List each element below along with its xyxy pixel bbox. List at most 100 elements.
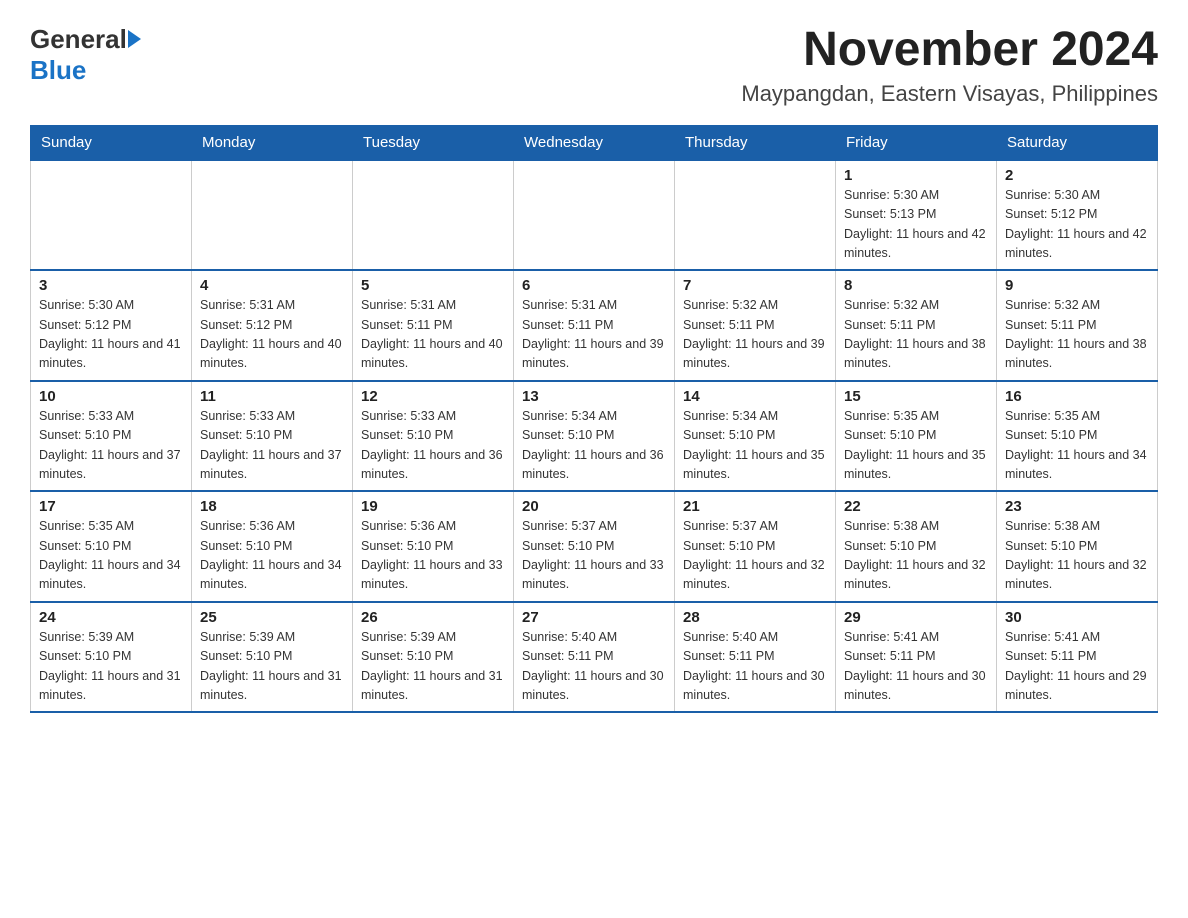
day-info: Sunrise: 5:30 AM Sunset: 5:12 PM Dayligh… — [1005, 188, 1147, 260]
calendar-day-cell: 25 Sunrise: 5:39 AM Sunset: 5:10 PM Dayli… — [192, 602, 353, 713]
calendar-day-cell: 14 Sunrise: 5:34 AM Sunset: 5:10 PM Dayli… — [675, 381, 836, 492]
page-header: General Blue November 2024 Maypangdan, E… — [30, 24, 1158, 107]
logo: General Blue — [30, 24, 141, 86]
calendar-day-cell — [192, 160, 353, 271]
day-number: 27 — [522, 609, 666, 626]
calendar-day-cell: 24 Sunrise: 5:39 AM Sunset: 5:10 PM Dayli… — [31, 602, 192, 713]
day-of-week-header: Wednesday — [514, 125, 675, 160]
day-info: Sunrise: 5:30 AM Sunset: 5:12 PM Dayligh… — [39, 298, 181, 370]
calendar-day-cell: 29 Sunrise: 5:41 AM Sunset: 5:11 PM Dayli… — [836, 602, 997, 713]
day-number: 18 — [200, 498, 344, 515]
day-number: 5 — [361, 277, 505, 294]
day-info: Sunrise: 5:40 AM Sunset: 5:11 PM Dayligh… — [683, 630, 825, 702]
calendar-day-cell: 28 Sunrise: 5:40 AM Sunset: 5:11 PM Dayli… — [675, 602, 836, 713]
day-number: 11 — [200, 388, 344, 405]
day-number: 29 — [844, 609, 988, 626]
day-number: 16 — [1005, 388, 1149, 405]
calendar-week-row: 17Sunrise: 5:35 AM Sunset: 5:10 PM Dayli… — [31, 491, 1158, 602]
day-number: 23 — [1005, 498, 1149, 515]
day-number: 21 — [683, 498, 827, 515]
day-number: 10 — [39, 388, 183, 405]
calendar-day-cell — [514, 160, 675, 271]
day-number: 19 — [361, 498, 505, 515]
day-of-week-header: Sunday — [31, 125, 192, 160]
calendar-day-cell: 19Sunrise: 5:36 AM Sunset: 5:10 PM Dayli… — [353, 491, 514, 602]
day-info: Sunrise: 5:34 AM Sunset: 5:10 PM Dayligh… — [683, 409, 825, 481]
day-number: 9 — [1005, 277, 1149, 294]
day-info: Sunrise: 5:33 AM Sunset: 5:10 PM Dayligh… — [39, 409, 181, 481]
day-info: Sunrise: 5:30 AM Sunset: 5:13 PM Dayligh… — [844, 188, 986, 260]
calendar-day-cell — [31, 160, 192, 271]
calendar-day-cell: 8 Sunrise: 5:32 AM Sunset: 5:11 PM Daylig… — [836, 270, 997, 381]
day-number: 20 — [522, 498, 666, 515]
calendar-day-cell: 17Sunrise: 5:35 AM Sunset: 5:10 PM Dayli… — [31, 491, 192, 602]
day-info: Sunrise: 5:32 AM Sunset: 5:11 PM Dayligh… — [1005, 298, 1147, 370]
day-number: 7 — [683, 277, 827, 294]
day-number: 14 — [683, 388, 827, 405]
day-of-week-header: Thursday — [675, 125, 836, 160]
calendar-day-cell: 4 Sunrise: 5:31 AM Sunset: 5:12 PM Daylig… — [192, 270, 353, 381]
calendar-day-cell: 2Sunrise: 5:30 AM Sunset: 5:12 PM Daylig… — [997, 160, 1158, 271]
day-number: 30 — [1005, 609, 1149, 626]
calendar-day-cell: 3 Sunrise: 5:30 AM Sunset: 5:12 PM Daylig… — [31, 270, 192, 381]
calendar-day-cell — [353, 160, 514, 271]
day-number: 22 — [844, 498, 988, 515]
day-number: 12 — [361, 388, 505, 405]
day-number: 17 — [39, 498, 183, 515]
day-number: 24 — [39, 609, 183, 626]
day-number: 6 — [522, 277, 666, 294]
calendar-day-cell: 16 Sunrise: 5:35 AM Sunset: 5:10 PM Dayli… — [997, 381, 1158, 492]
calendar-table: SundayMondayTuesdayWednesdayThursdayFrid… — [30, 125, 1158, 714]
logo-blue-text: Blue — [30, 55, 86, 86]
calendar-day-cell: 1Sunrise: 5:30 AM Sunset: 5:13 PM Daylig… — [836, 160, 997, 271]
calendar-day-cell: 12 Sunrise: 5:33 AM Sunset: 5:10 PM Dayli… — [353, 381, 514, 492]
calendar-day-cell: 15 Sunrise: 5:35 AM Sunset: 5:10 PM Dayli… — [836, 381, 997, 492]
month-title: November 2024 — [741, 24, 1158, 77]
day-info: Sunrise: 5:36 AM Sunset: 5:10 PM Dayligh… — [200, 519, 342, 591]
calendar-day-cell: 22Sunrise: 5:38 AM Sunset: 5:10 PM Dayli… — [836, 491, 997, 602]
calendar-day-cell: 20 Sunrise: 5:37 AM Sunset: 5:10 PM Dayli… — [514, 491, 675, 602]
day-info: Sunrise: 5:37 AM Sunset: 5:10 PM Dayligh… — [522, 519, 664, 591]
day-number: 25 — [200, 609, 344, 626]
logo-general-text: General — [30, 24, 127, 55]
calendar-day-cell: 10 Sunrise: 5:33 AM Sunset: 5:10 PM Dayli… — [31, 381, 192, 492]
day-number: 26 — [361, 609, 505, 626]
day-number: 4 — [200, 277, 344, 294]
day-info: Sunrise: 5:31 AM Sunset: 5:11 PM Dayligh… — [361, 298, 503, 370]
calendar-day-cell: 23 Sunrise: 5:38 AM Sunset: 5:10 PM Dayli… — [997, 491, 1158, 602]
day-of-week-header: Tuesday — [353, 125, 514, 160]
calendar-week-row: 1Sunrise: 5:30 AM Sunset: 5:13 PM Daylig… — [31, 160, 1158, 271]
day-info: Sunrise: 5:35 AM Sunset: 5:10 PM Dayligh… — [1005, 409, 1147, 481]
day-info: Sunrise: 5:41 AM Sunset: 5:11 PM Dayligh… — [844, 630, 986, 702]
calendar-day-cell: 27 Sunrise: 5:40 AM Sunset: 5:11 PM Dayli… — [514, 602, 675, 713]
day-info: Sunrise: 5:35 AM Sunset: 5:10 PM Dayligh… — [844, 409, 986, 481]
calendar-day-cell: 9 Sunrise: 5:32 AM Sunset: 5:11 PM Daylig… — [997, 270, 1158, 381]
day-info: Sunrise: 5:31 AM Sunset: 5:12 PM Dayligh… — [200, 298, 342, 370]
day-of-week-header: Friday — [836, 125, 997, 160]
calendar-day-cell: 18 Sunrise: 5:36 AM Sunset: 5:10 PM Dayli… — [192, 491, 353, 602]
calendar-day-cell: 6Sunrise: 5:31 AM Sunset: 5:11 PM Daylig… — [514, 270, 675, 381]
day-info: Sunrise: 5:40 AM Sunset: 5:11 PM Dayligh… — [522, 630, 664, 702]
day-info: Sunrise: 5:32 AM Sunset: 5:11 PM Dayligh… — [683, 298, 825, 370]
logo-arrow-icon — [128, 30, 141, 48]
day-info: Sunrise: 5:32 AM Sunset: 5:11 PM Dayligh… — [844, 298, 986, 370]
day-number: 28 — [683, 609, 827, 626]
day-number: 3 — [39, 277, 183, 294]
calendar-day-cell: 21 Sunrise: 5:37 AM Sunset: 5:10 PM Dayli… — [675, 491, 836, 602]
calendar-week-row: 3 Sunrise: 5:30 AM Sunset: 5:12 PM Daylig… — [31, 270, 1158, 381]
day-number: 8 — [844, 277, 988, 294]
day-info: Sunrise: 5:39 AM Sunset: 5:10 PM Dayligh… — [200, 630, 342, 702]
day-info: Sunrise: 5:39 AM Sunset: 5:10 PM Dayligh… — [39, 630, 181, 702]
day-info: Sunrise: 5:38 AM Sunset: 5:10 PM Dayligh… — [1005, 519, 1147, 591]
day-info: Sunrise: 5:33 AM Sunset: 5:10 PM Dayligh… — [361, 409, 503, 481]
day-info: Sunrise: 5:37 AM Sunset: 5:10 PM Dayligh… — [683, 519, 825, 591]
calendar-header-row: SundayMondayTuesdayWednesdayThursdayFrid… — [31, 125, 1158, 160]
day-number: 15 — [844, 388, 988, 405]
day-info: Sunrise: 5:33 AM Sunset: 5:10 PM Dayligh… — [200, 409, 342, 481]
day-info: Sunrise: 5:41 AM Sunset: 5:11 PM Dayligh… — [1005, 630, 1147, 702]
day-info: Sunrise: 5:34 AM Sunset: 5:10 PM Dayligh… — [522, 409, 664, 481]
calendar-day-cell: 30 Sunrise: 5:41 AM Sunset: 5:11 PM Dayli… — [997, 602, 1158, 713]
day-info: Sunrise: 5:39 AM Sunset: 5:10 PM Dayligh… — [361, 630, 503, 702]
calendar-week-row: 10 Sunrise: 5:33 AM Sunset: 5:10 PM Dayli… — [31, 381, 1158, 492]
calendar-week-row: 24 Sunrise: 5:39 AM Sunset: 5:10 PM Dayli… — [31, 602, 1158, 713]
